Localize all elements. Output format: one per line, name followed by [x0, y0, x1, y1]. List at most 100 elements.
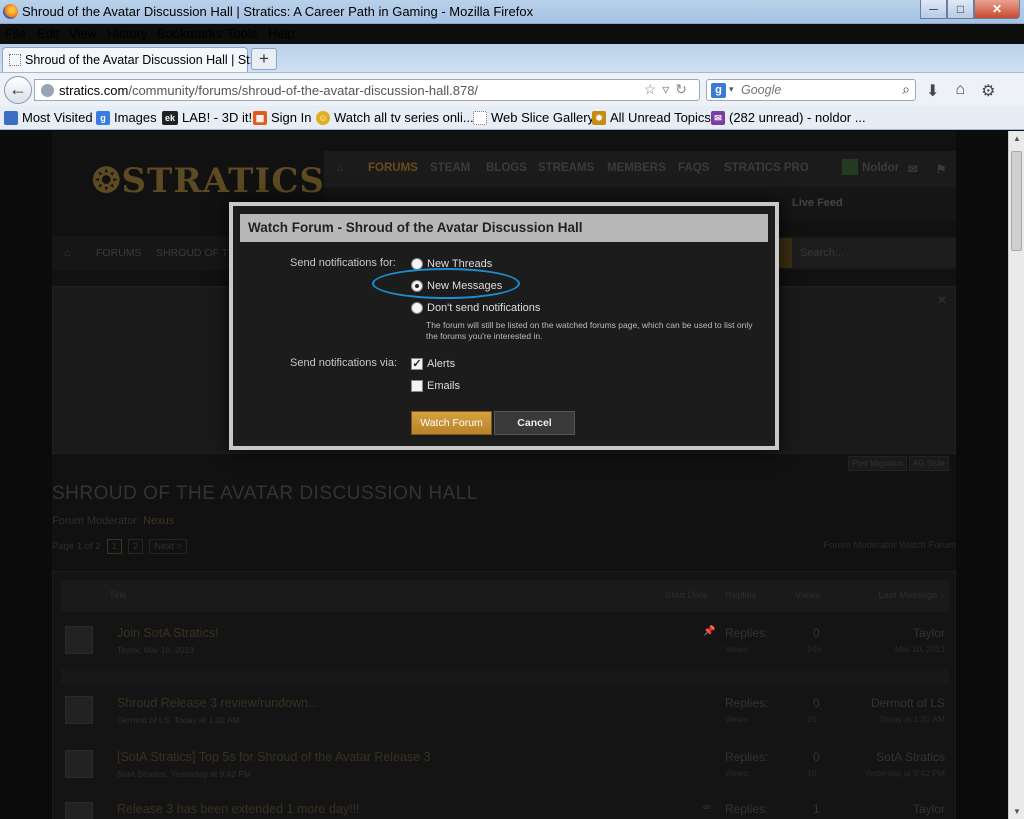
- avatar[interactable]: [65, 802, 93, 819]
- dialog-header: Watch Forum - Shroud of the Avatar Discu…: [240, 214, 768, 242]
- url-path: /community/forums/shroud-of-the-avatar-d…: [128, 83, 479, 98]
- url-text[interactable]: stratics.com/community/forums/shroud-of-…: [59, 83, 478, 98]
- page-next[interactable]: Next >: [149, 539, 187, 554]
- style-tab-ag-style[interactable]: AG Style: [909, 456, 949, 471]
- google-icon: g: [96, 110, 110, 125]
- thread-row[interactable]: Shroud Release 3 review/rundown... Dermo…: [61, 688, 949, 738]
- last-date[interactable]: Mar 10, 2013: [895, 644, 945, 654]
- avatar[interactable]: [65, 626, 93, 654]
- col-replies[interactable]: Replies: [725, 590, 757, 601]
- views-count: 16: [807, 768, 817, 778]
- back-button[interactable]: ←: [4, 76, 32, 104]
- cancel-button[interactable]: Cancel: [494, 411, 575, 435]
- last-date[interactable]: Yesterday at 9:42 PM: [864, 768, 945, 778]
- menu-view[interactable]: View: [69, 26, 97, 41]
- site-logo[interactable]: ❂STRATICS: [92, 161, 325, 201]
- scroll-up-icon[interactable]: ▲: [1013, 134, 1021, 143]
- nav-user-name[interactable]: Noldor: [862, 162, 899, 174]
- nav-members[interactable]: MEMBERS: [607, 162, 666, 174]
- thread-title[interactable]: [SotA Stratics] Top 5s for Shroud of the…: [117, 750, 431, 764]
- col-views[interactable]: Views: [795, 590, 820, 601]
- via-emails[interactable]: Emails: [411, 380, 460, 392]
- via-alerts[interactable]: ✓ Alerts: [411, 358, 455, 370]
- forum-actions[interactable]: Forum Moderator Watch Forum: [823, 540, 956, 551]
- bookmark-images[interactable]: g Images: [96, 110, 157, 125]
- last-date[interactable]: Today at 1:31 AM: [879, 714, 945, 724]
- breadcrumb-forums[interactable]: FORUMS: [96, 247, 142, 259]
- user-avatar[interactable]: [842, 159, 858, 175]
- option-dont-send[interactable]: Don't send notifications: [411, 302, 540, 314]
- nav-faqs[interactable]: FAQS: [678, 162, 709, 174]
- style-tab-post-migration[interactable]: Post Migration: [848, 456, 908, 471]
- thread-row[interactable]: Join SotA Stratics! Taylor, Mar 10, 2013…: [61, 618, 949, 685]
- checkbox-alerts[interactable]: ✓: [411, 358, 423, 370]
- search-bar[interactable]: g ▾ ⌕: [706, 79, 916, 101]
- google-icon[interactable]: g: [711, 83, 726, 98]
- url-tools-icons[interactable]: ☆▿↻: [644, 81, 693, 98]
- url-bar[interactable]: stratics.com/community/forums/shroud-of-…: [34, 79, 700, 101]
- maximize-button[interactable]: □: [947, 0, 974, 19]
- navigation-bar: ← stratics.com/community/forums/shroud-o…: [0, 72, 1024, 106]
- thread-title[interactable]: Shroud Release 3 review/rundown...: [117, 696, 319, 710]
- menu-history[interactable]: History: [107, 26, 147, 41]
- thread-title[interactable]: Release 3 has been extended 1 more day!!…: [117, 802, 360, 816]
- home-icon[interactable]: ⌂: [955, 81, 965, 101]
- nav-forums[interactable]: FORUMS: [368, 162, 418, 174]
- bookmark-sign-in[interactable]: ▦ Sign In: [253, 110, 311, 125]
- menu-edit[interactable]: Edit: [37, 26, 59, 41]
- bookmark-label: Web Slice Gallery: [491, 110, 595, 125]
- magnifier-icon[interactable]: ⌕: [902, 81, 910, 98]
- alerts-icon[interactable]: ⚑: [936, 162, 946, 176]
- inbox-icon[interactable]: ✉: [908, 162, 918, 176]
- page-2[interactable]: 2: [127, 539, 144, 554]
- thread-row[interactable]: Release 3 has been extended 1 more day!!…: [61, 794, 949, 819]
- radio-dont-send[interactable]: [411, 302, 423, 314]
- col-start-date[interactable]: Start Date: [665, 590, 708, 601]
- bookmark-watch-tv[interactable]: ☺ Watch all tv series onli...: [316, 110, 474, 125]
- bookmark-lab-3d[interactable]: ek LAB! - 3D it!: [162, 110, 252, 125]
- addon-icon[interactable]: ⚙: [981, 81, 995, 101]
- bookmark-web-slice[interactable]: Web Slice Gallery: [473, 110, 594, 125]
- nav-home-icon[interactable]: ⌂: [336, 162, 343, 174]
- vertical-scrollbar[interactable]: ▲ ▼: [1008, 131, 1024, 819]
- chevron-down-icon[interactable]: ▾: [729, 84, 734, 95]
- scroll-thumb[interactable]: [1011, 151, 1022, 251]
- menu-bookmarks[interactable]: Bookmarks: [157, 26, 222, 41]
- watch-forum-button[interactable]: Watch Forum: [411, 411, 492, 435]
- avatar[interactable]: [65, 750, 93, 778]
- close-icon[interactable]: ✕: [937, 293, 947, 307]
- download-icon[interactable]: ⬇: [926, 81, 939, 101]
- menu-help[interactable]: Help: [268, 26, 295, 41]
- page-1[interactable]: 1: [106, 539, 122, 554]
- bookmark-most-visited[interactable]: Most Visited: [4, 110, 93, 125]
- search-input[interactable]: [741, 82, 891, 98]
- nav-stratics-pro[interactable]: STRATICS PRO: [724, 162, 809, 174]
- col-last-message[interactable]: Last Message ↓: [878, 590, 945, 601]
- nav-steam[interactable]: STEAM: [430, 162, 470, 174]
- notify-for-label: Send notifications for:: [290, 257, 396, 269]
- bookmark-unread-topics[interactable]: ✸ All Unread Topics: [592, 110, 711, 125]
- col-title[interactable]: Title: [109, 590, 127, 601]
- new-tab-button[interactable]: +: [251, 48, 277, 70]
- moderator-link[interactable]: Nexus: [143, 515, 174, 527]
- thread-row[interactable]: [SotA Stratics] Top 5s for Shroud of the…: [61, 742, 949, 792]
- close-button[interactable]: ✕: [974, 0, 1020, 19]
- breadcrumb-home-icon[interactable]: ⌂: [64, 247, 70, 259]
- thread-title[interactable]: Join SotA Stratics!: [117, 626, 218, 640]
- live-feed-link[interactable]: Live Feed: [792, 197, 843, 209]
- last-user[interactable]: Taylor: [913, 626, 945, 640]
- last-user[interactable]: SotA Stratics: [876, 750, 945, 764]
- minimize-button[interactable]: ─: [920, 0, 947, 19]
- nav-blogs[interactable]: BLOGS: [486, 162, 527, 174]
- last-user[interactable]: Taylor: [913, 802, 945, 816]
- menu-tools[interactable]: Tools: [227, 26, 257, 41]
- scroll-down-icon[interactable]: ▼: [1013, 807, 1021, 816]
- last-user[interactable]: Dermott of LS: [871, 696, 945, 710]
- avatar[interactable]: [65, 696, 93, 724]
- checkbox-emails[interactable]: [411, 380, 423, 392]
- tab-active[interactable]: Shroud of the Avatar Discussion Hall | S…: [2, 47, 260, 73]
- nav-streams[interactable]: STREAMS: [538, 162, 594, 174]
- menu-file[interactable]: File: [5, 26, 26, 41]
- bookmark-mail[interactable]: ✉ (282 unread) - noldor ...: [711, 110, 866, 125]
- site-search-input[interactable]: Search...: [792, 238, 956, 268]
